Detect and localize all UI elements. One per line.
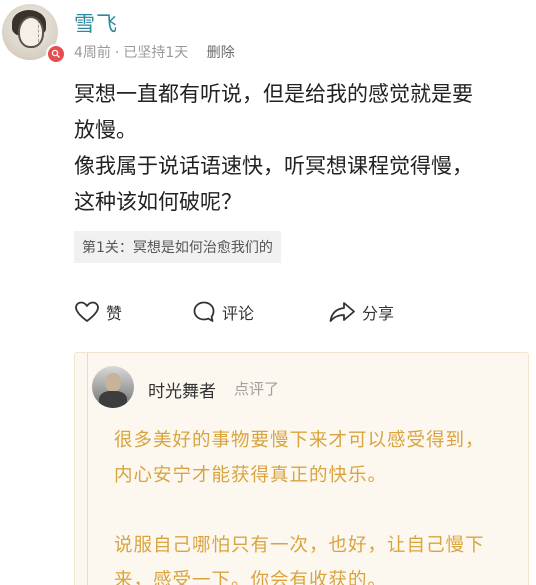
streak-text: 已坚持1天 <box>123 45 189 61</box>
post-line: 这种该如何破呢？ <box>74 190 242 214</box>
post-line: 冥想一直都有听说，但是给我的感觉就是要 <box>74 82 473 106</box>
review-action-text: 点评了 <box>234 380 280 398</box>
post-line: 放慢。 <box>74 118 137 142</box>
lesson-tag[interactable]: 第1关：冥想是如何治愈我们的 <box>74 231 281 263</box>
share-label: 分享 <box>362 304 395 323</box>
post-body: 冥想一直都有听说，但是给我的感觉就是要 放慢。 像我属于说话语速快，听冥想课程觉… <box>74 76 524 220</box>
review-line: 说服自己哪怕只有一次，也好，让自己慢下 <box>114 535 485 556</box>
like-button[interactable]: 赞 <box>74 300 122 324</box>
review-line: 内心安宁才能获得真正的快乐。 <box>114 465 388 486</box>
review-card: 时光舞者 点评了 很多美好的事物要慢下来才可以感受得到， 内心安宁才能获得真正的… <box>74 352 529 585</box>
like-label: 赞 <box>106 304 123 323</box>
review-text: 很多美好的事物要慢下来才可以感受得到， 内心安宁才能获得真正的快乐。 说服自己哪… <box>114 423 534 585</box>
comment-bubble-icon <box>193 301 215 322</box>
post-time: 4周前 <box>74 45 111 61</box>
reviewer-avatar[interactable] <box>92 366 134 408</box>
action-bar: 赞 评论 分享 <box>74 300 494 330</box>
delete-button[interactable]: 删除 <box>207 45 235 61</box>
meta-separator: · <box>114 45 120 61</box>
comment-label: 评论 <box>222 304 255 323</box>
review-line: 来，感受一下。你会有收获的。 <box>114 570 388 585</box>
post-line: 像我属于说话语速快，听冥想课程觉得慢， <box>74 154 473 178</box>
review-line: 很多美好的事物要慢下来才可以感受得到， <box>114 430 485 451</box>
username[interactable]: 雪飞 <box>74 8 118 38</box>
search-badge-icon <box>46 44 66 64</box>
heart-icon <box>75 301 99 322</box>
share-button[interactable]: 分享 <box>328 300 394 324</box>
post-page: 雪飞 4周前 · 已坚持1天 删除 冥想一直都有听说，但是给我的感觉就是要 放慢。 … <box>0 0 536 585</box>
comment-button[interactable]: 评论 <box>192 300 254 324</box>
reviewer-name[interactable]: 时光舞者 <box>148 377 216 402</box>
post-meta: 4周前 · 已坚持1天 删除 <box>74 42 235 62</box>
share-arrow-icon <box>329 302 355 322</box>
